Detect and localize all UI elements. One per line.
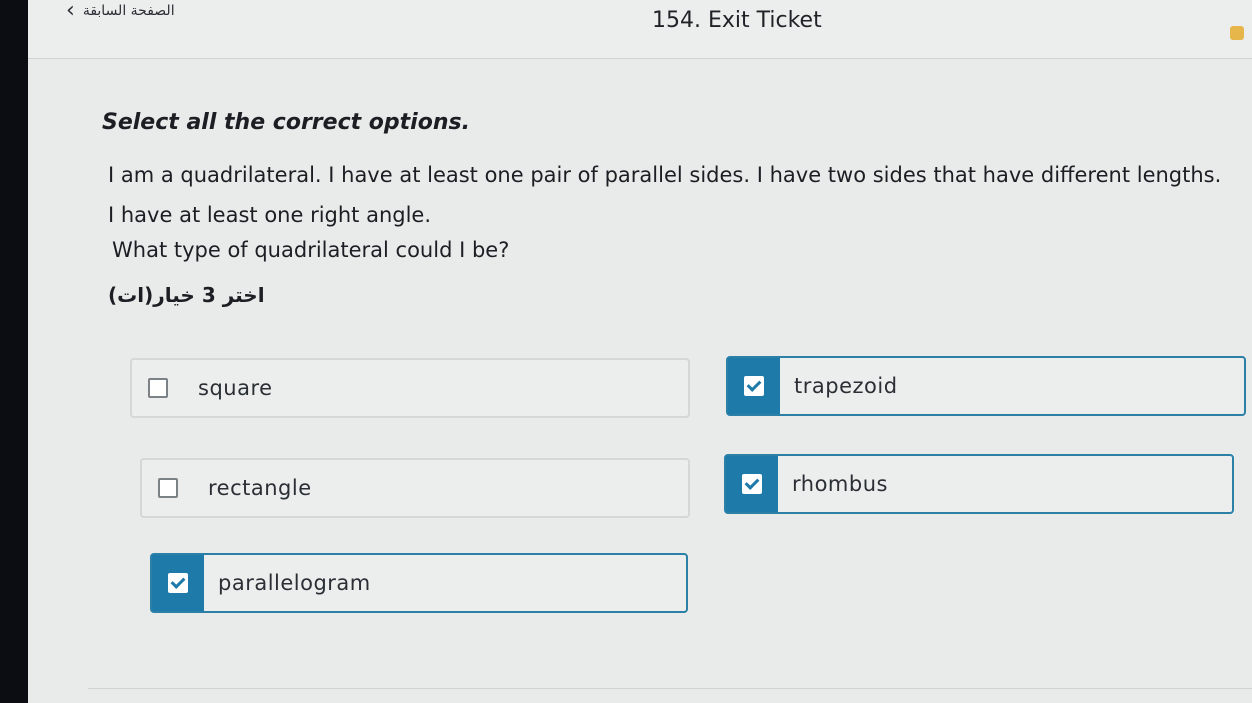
option-square[interactable]: square <box>130 358 690 418</box>
option-parallelogram[interactable]: parallelogram <box>150 553 688 613</box>
exit-ticket-screen: ‹ الصفحة السابقة 154. Exit Ticket Select… <box>28 0 1252 703</box>
header-bar: ‹ الصفحة السابقة 154. Exit Ticket <box>28 0 1252 59</box>
option-label: trapezoid <box>794 374 898 398</box>
option-trapezoid[interactable]: trapezoid <box>726 356 1246 416</box>
selection-hint: اختر 3 خيار(ات) <box>108 283 265 307</box>
divider <box>88 688 1252 689</box>
option-rectangle[interactable]: rectangle <box>140 458 690 518</box>
checkbox-icon[interactable] <box>142 460 194 516</box>
question-body: I am a quadrilateral. I have at least on… <box>108 163 1222 227</box>
page-title: 154. Exit Ticket <box>652 8 822 33</box>
option-label: square <box>198 376 273 400</box>
option-label: parallelogram <box>218 571 371 595</box>
checkbox-icon[interactable] <box>132 360 184 416</box>
checkbox-icon[interactable] <box>728 358 780 414</box>
back-label: الصفحة السابقة <box>82 3 175 19</box>
option-label: rhombus <box>792 472 888 496</box>
option-label: rectangle <box>208 476 312 500</box>
chevron-left-icon: ‹ <box>66 0 75 23</box>
back-button[interactable]: ‹ الصفحة السابقة <box>66 0 175 23</box>
option-rhombus[interactable]: rhombus <box>724 454 1234 514</box>
checkbox-icon[interactable] <box>152 555 204 611</box>
checkbox-icon[interactable] <box>726 456 778 512</box>
question-heading: Select all the correct options. <box>102 110 470 135</box>
status-badge <box>1230 26 1244 40</box>
question-prompt: What type of quadrilateral could I be? <box>112 238 510 262</box>
